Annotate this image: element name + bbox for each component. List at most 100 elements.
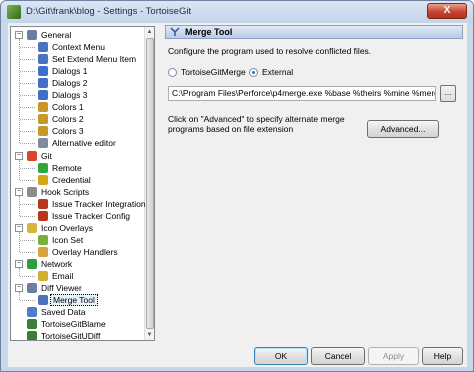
- scroll-up-arrow-icon[interactable]: ▲: [145, 27, 154, 37]
- tree-branch-line: [20, 107, 35, 109]
- iconset-icon: [38, 234, 48, 245]
- tree-item-label: Merge Tool: [50, 294, 98, 307]
- tree-item-label: Network: [41, 258, 73, 269]
- page-header: Merge Tool: [165, 25, 463, 39]
- tree-item-label: Overlay Handlers: [52, 246, 118, 257]
- tree-item-tortoisegitblame[interactable]: TortoiseGitBlame: [11, 318, 143, 330]
- tree-branch-line: [20, 119, 35, 121]
- scroll-down-arrow-icon[interactable]: ▼: [145, 330, 154, 340]
- bug-icon: [38, 198, 48, 209]
- udiff-icon: [27, 331, 37, 340]
- collapse-toggle-icon[interactable]: −: [15, 151, 23, 160]
- remote-icon: [38, 162, 48, 173]
- palette-icon: [38, 126, 48, 137]
- help-button[interactable]: Help: [422, 347, 463, 365]
- tree-branch-line: [20, 131, 35, 133]
- tree-item-label: Issue Tracker Config: [52, 210, 130, 221]
- tree-item-icon-set[interactable]: Icon Set: [11, 234, 143, 246]
- tree-item-saved-data[interactable]: Saved Data: [11, 306, 143, 318]
- tree-item-label: Issue Tracker Integration: [52, 198, 146, 209]
- tree-item-label: TortoiseGitBlame: [41, 319, 106, 330]
- tree-item-context-menu[interactable]: Context Menu: [11, 41, 143, 53]
- dialog-icon: [38, 90, 48, 101]
- tree-item-label: Context Menu: [52, 42, 105, 53]
- collapse-toggle-icon[interactable]: −: [15, 223, 23, 232]
- dialog-icon: [38, 66, 48, 77]
- handler-icon: [38, 246, 48, 257]
- description-text: Configure the program used to resolve co…: [168, 46, 372, 56]
- apply-button[interactable]: Apply: [368, 347, 419, 365]
- tree-item-overlay-handlers[interactable]: Overlay Handlers: [11, 246, 143, 258]
- tree-item-issue-tracker-config[interactable]: Issue Tracker Config: [11, 210, 143, 222]
- radio-label: External: [262, 67, 294, 77]
- tree-branch-line: [20, 239, 35, 241]
- tree-branch-line: [20, 203, 35, 205]
- tree-item-label: Diff Viewer: [41, 283, 82, 294]
- dialog-client: ▲ ▼ − General Context Menu Set Extend Menu …: [8, 23, 467, 367]
- tree-branch-line: [20, 167, 35, 169]
- tree-branch-line: [20, 251, 35, 253]
- tree-item-remote[interactable]: Remote: [11, 162, 143, 174]
- merge-tool-path-input[interactable]: C:\Program Files\Perforce\p4merge.exe %b…: [168, 86, 436, 101]
- dialog-icon: [38, 78, 48, 89]
- tree-item-label: Saved Data: [41, 307, 86, 318]
- tree-item-label: Dialogs 3: [52, 90, 88, 101]
- tree-item-colors-2[interactable]: Colors 2: [11, 113, 143, 125]
- tree-item-credential[interactable]: Credential: [11, 174, 143, 186]
- tree-scrollbar[interactable]: ▲ ▼: [144, 27, 154, 340]
- hook-icon: [27, 186, 37, 197]
- palette-icon: [38, 114, 48, 125]
- tree-item-general[interactable]: − General: [11, 29, 143, 41]
- tree-item-label: Dialogs 1: [52, 66, 88, 77]
- tree-item-label: Email: [52, 271, 74, 281]
- collapse-toggle-icon[interactable]: −: [15, 284, 23, 293]
- tree-item-colors-1[interactable]: Colors 1: [11, 101, 143, 113]
- title-bar[interactable]: D:\Git\frank\blog - Settings - TortoiseG…: [1, 1, 473, 23]
- tree-branch-line: [20, 47, 35, 49]
- merge-icon: [38, 295, 48, 306]
- menu-icon: [38, 54, 48, 65]
- radio-circle[interactable]: [168, 68, 177, 77]
- tree-item-tortoisegitudiff[interactable]: TortoiseGitUDiff: [11, 330, 143, 341]
- tree-branch-line: [20, 276, 35, 277]
- tree-item-label: Alternative editor: [52, 138, 116, 149]
- tree-item-diff-viewer[interactable]: − Diff Viewer: [11, 282, 143, 294]
- collapse-toggle-icon[interactable]: −: [15, 187, 23, 196]
- tree-item-label: Colors 1: [52, 102, 84, 113]
- tree-item-network[interactable]: − Network: [11, 258, 143, 270]
- tree-item-colors-3[interactable]: Colors 3: [11, 125, 143, 137]
- scrollbar-thumb[interactable]: [146, 38, 154, 329]
- email-icon: [38, 271, 48, 281]
- tree-item-email[interactable]: Email: [11, 270, 143, 282]
- tree-item-label: Icon Overlays: [41, 222, 93, 233]
- advanced-note-text: Click on "Advanced" to specify alternate…: [168, 114, 345, 134]
- advanced-button[interactable]: Advanced...: [367, 120, 439, 138]
- tree-item-label: Colors 3: [52, 126, 84, 137]
- close-button[interactable]: X: [427, 3, 467, 19]
- tree-item-dialogs-1[interactable]: Dialogs 1: [11, 65, 143, 77]
- browse-button[interactable]: ...: [440, 85, 456, 102]
- tree-item-label: Git: [41, 150, 52, 161]
- git-icon: [27, 150, 37, 161]
- settings-tree[interactable]: ▲ ▼ − General Context Menu Set Extend Menu …: [10, 26, 155, 341]
- tree-item-hook-scripts[interactable]: − Hook Scripts: [11, 186, 143, 198]
- tree-item-set-extend-menu-item[interactable]: Set Extend Menu Item: [11, 53, 143, 65]
- tree-item-label: Hook Scripts: [41, 186, 90, 197]
- tree-item-alternative-editor[interactable]: Alternative editor: [11, 137, 143, 149]
- overlay-icon: [27, 222, 37, 233]
- collapse-toggle-icon[interactable]: −: [15, 259, 23, 268]
- tree-item-label: TortoiseGitUDiff: [41, 331, 101, 341]
- tree-item-dialogs-2[interactable]: Dialogs 2: [11, 77, 143, 89]
- magnifier-icon: [27, 283, 37, 294]
- tree-item-issue-tracker-integration[interactable]: Issue Tracker Integration: [11, 198, 146, 210]
- cancel-button[interactable]: Cancel: [311, 347, 365, 365]
- ok-button[interactable]: OK: [254, 347, 308, 365]
- tree-item-git[interactable]: − Git: [11, 150, 143, 162]
- tree-item-merge-tool[interactable]: Merge Tool: [11, 294, 143, 307]
- tree-item-dialogs-3[interactable]: Dialogs 3: [11, 89, 143, 101]
- tree-item-label: Credential: [52, 174, 91, 185]
- collapse-toggle-icon[interactable]: −: [15, 31, 23, 39]
- tortoisegit-app-icon: [7, 5, 21, 19]
- tree-item-icon-overlays[interactable]: − Icon Overlays: [11, 222, 143, 234]
- radio-circle-selected[interactable]: [249, 68, 258, 77]
